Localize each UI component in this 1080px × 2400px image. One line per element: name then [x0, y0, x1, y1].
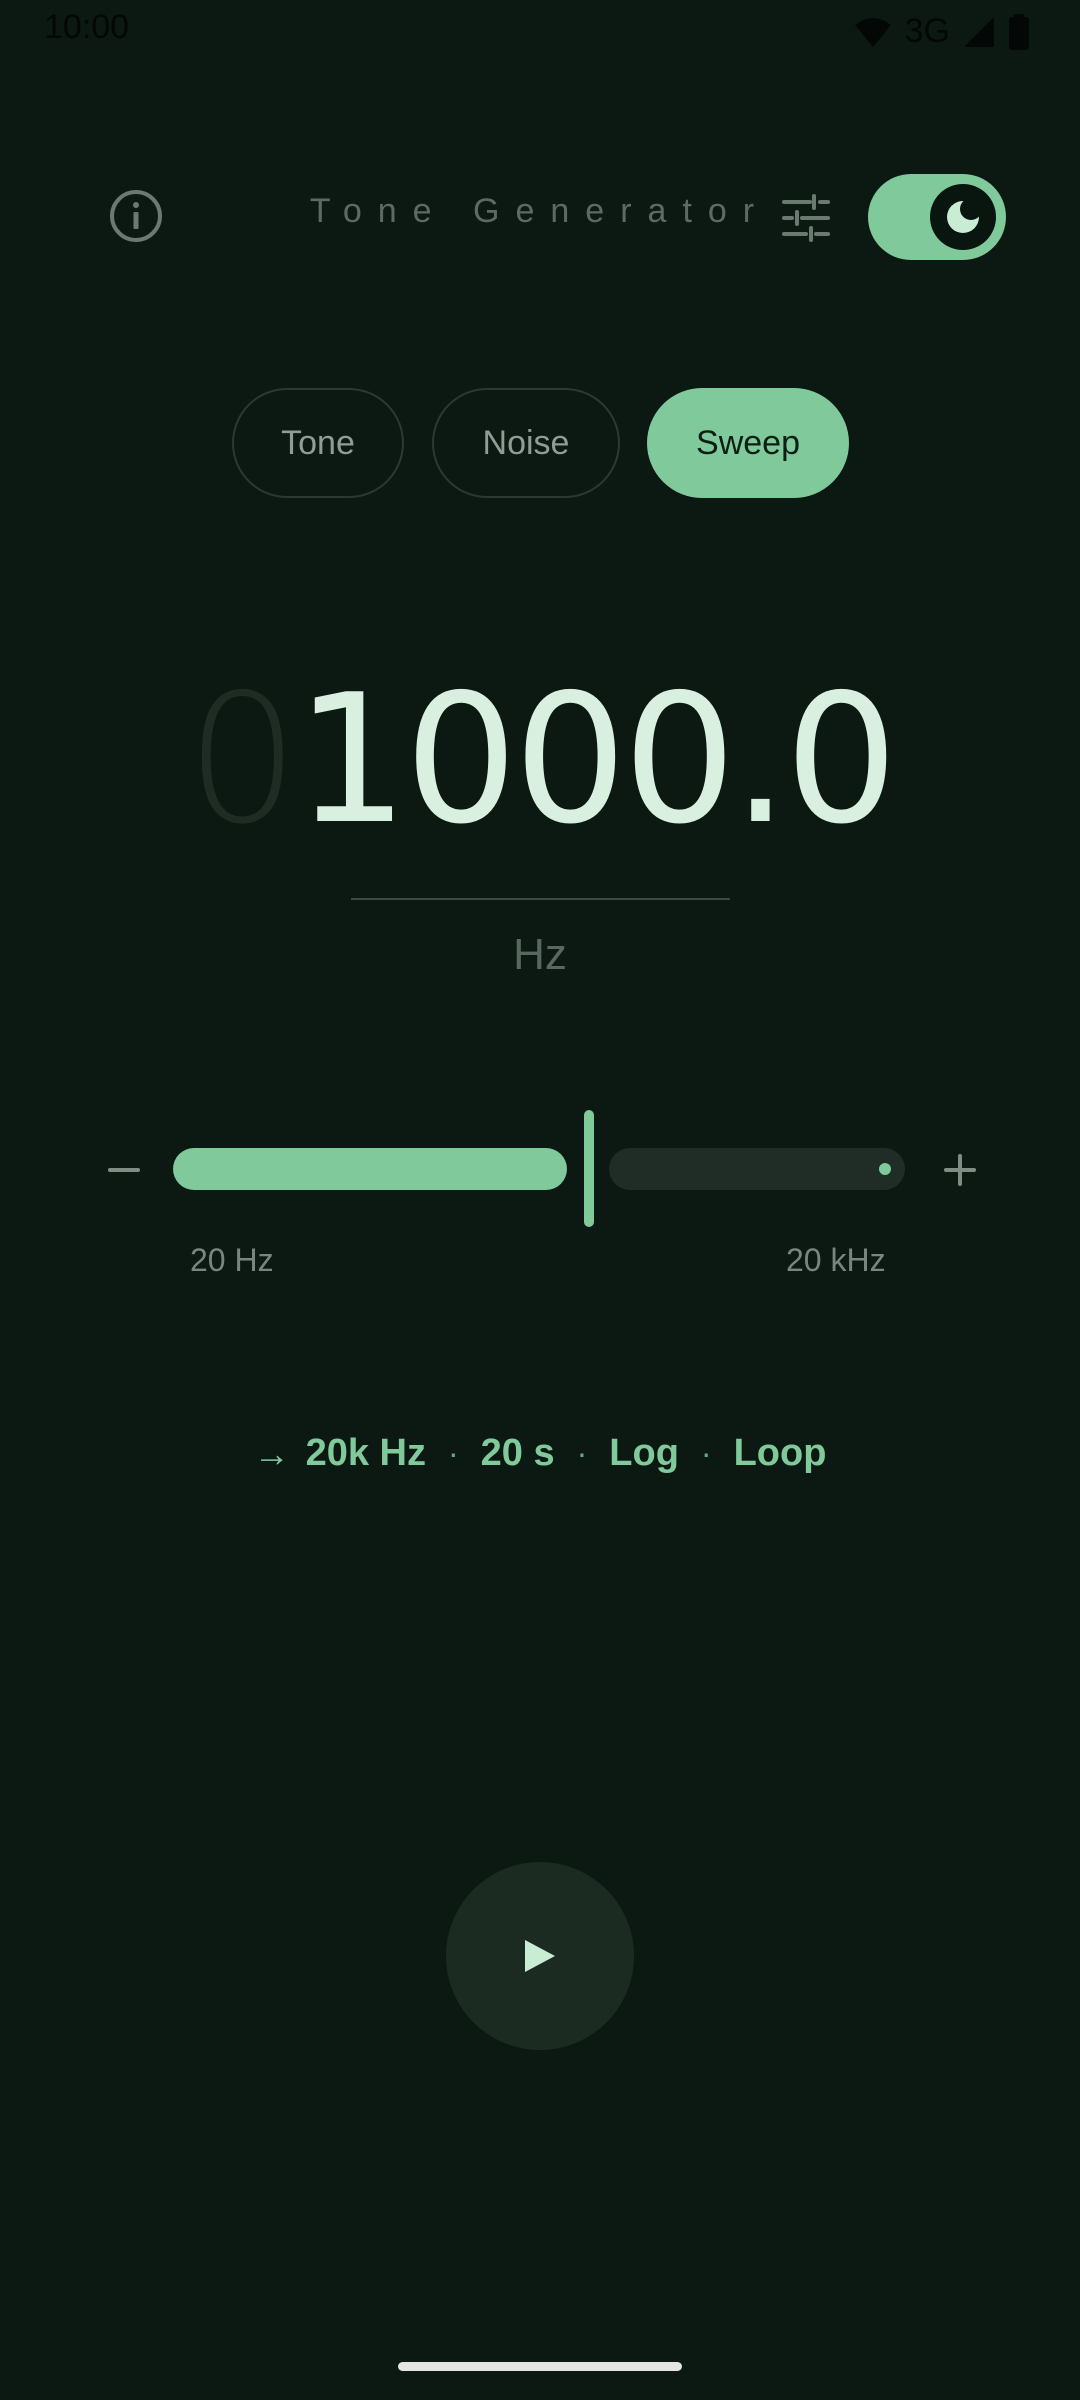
sweep-mode[interactable]: Loop — [734, 1432, 827, 1475]
frequency-leading-digit: 0 — [185, 656, 299, 863]
minus-icon — [108, 1168, 140, 1172]
network-type: 3G — [904, 12, 950, 50]
gesture-nav-handle[interactable] — [398, 2362, 682, 2371]
frequency-underline — [351, 898, 730, 900]
status-icons: 3G — [853, 12, 1030, 51]
separator: · — [447, 1435, 459, 1471]
theme-toggle-knob — [930, 184, 996, 250]
tab-sweep[interactable]: Sweep — [647, 388, 849, 498]
theme-toggle[interactable] — [868, 174, 1006, 260]
frequency-slider-thumb[interactable] — [584, 1110, 594, 1227]
sweep-arrow: → — [253, 1432, 290, 1474]
wifi-icon — [854, 17, 891, 47]
slider-max-label: 20 kHz — [786, 1242, 886, 1278]
tune-icon — [782, 194, 830, 242]
increase-frequency-button[interactable] — [938, 1148, 982, 1192]
frequency-unit: Hz — [513, 930, 567, 979]
tune-button[interactable] — [780, 192, 832, 244]
signal-icon — [964, 16, 994, 47]
separator: · — [576, 1435, 588, 1471]
tab-noise[interactable]: Noise — [432, 388, 620, 498]
tab-tone[interactable]: Tone — [232, 388, 404, 498]
sweep-scale[interactable]: Log — [609, 1432, 679, 1475]
frequency-value: 1000.0 — [295, 656, 898, 863]
frequency-slider-active-track[interactable] — [173, 1148, 567, 1190]
frequency-slider-inactive-track[interactable] — [609, 1148, 905, 1190]
decrease-frequency-button[interactable] — [104, 1148, 148, 1192]
status-time: 10:00 — [44, 8, 130, 46]
separator: · — [700, 1435, 712, 1471]
sweep-settings[interactable]: → 20k Hz · 20 s · Log · Loop — [0, 1432, 1080, 1475]
frequency-slider-stop-indicator — [879, 1163, 891, 1175]
plus-icon — [944, 1154, 976, 1186]
play-button[interactable] — [446, 1862, 634, 2050]
sweep-target[interactable]: 20k Hz — [306, 1432, 426, 1475]
sweep-duration[interactable]: 20 s — [481, 1432, 555, 1475]
battery-icon — [1009, 13, 1029, 50]
slider-min-label: 20 Hz — [190, 1242, 274, 1278]
play-icon — [525, 1940, 555, 1972]
frequency-display[interactable]: 01000.0 — [0, 660, 1080, 860]
moon-icon — [947, 198, 982, 233]
